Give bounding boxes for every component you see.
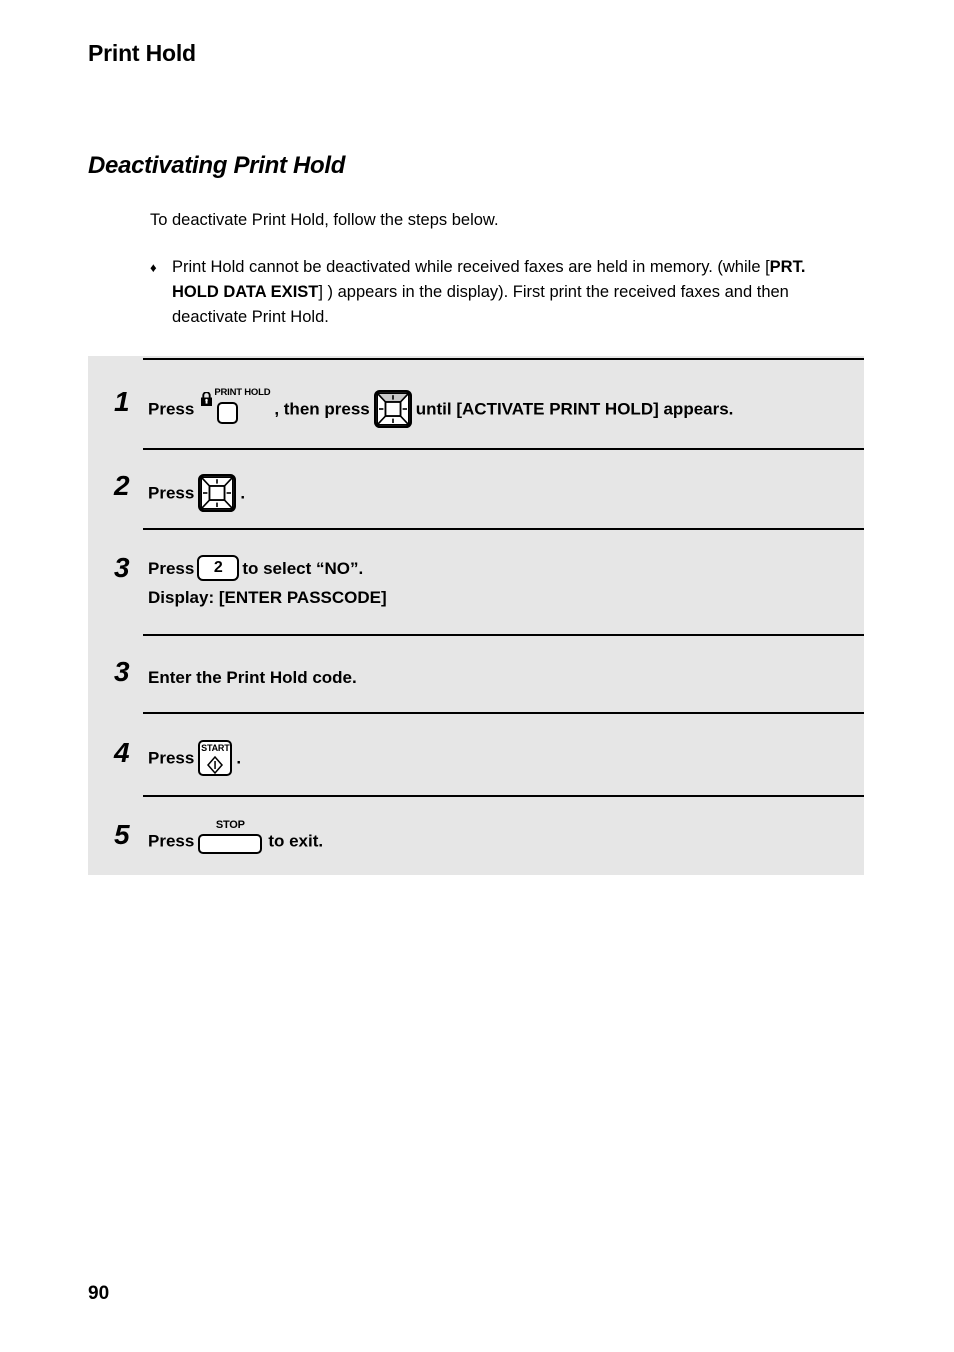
step-number: 3 (114, 552, 130, 583)
step-line-2: Display: [ENTER PASSCODE] (148, 588, 387, 607)
step-separator-line (143, 795, 864, 797)
intro-paragraph: To deactivate Print Hold, follow the ste… (150, 211, 499, 229)
stop-key-label: STOP (215, 819, 245, 831)
step-text: to select “NO”. (242, 559, 364, 578)
stop-key-icon: STOP (198, 819, 263, 862)
step-separator-line (143, 634, 864, 636)
print-hold-key-icon: PRINT HOLD (200, 387, 271, 428)
step-row-1: 1 Press PRINT HOLD, then press until [ACTI… (88, 358, 864, 448)
stop-button-shape (198, 834, 263, 854)
print-hold-button-shape (217, 402, 239, 424)
step-separator-line (143, 448, 864, 450)
navigation-key-icon (198, 474, 237, 512)
note-text-part-1: Print Hold cannot be deactivated while r… (172, 258, 770, 276)
step-text: Press (148, 483, 195, 503)
step-separator-line (143, 528, 864, 530)
step-text: , then press (274, 399, 370, 419)
step-row-2: 2 Press. (88, 448, 864, 528)
page-number: 90 (88, 1283, 110, 1304)
step-separator-line (143, 358, 864, 360)
step-instruction: Press. (148, 474, 246, 513)
step-row-3a: 3 Press 2 to select “NO”. Display: [ENTER … (88, 528, 864, 634)
step-row-5: 5 Press STOP to exit. (88, 795, 864, 875)
step-number: 1 (114, 386, 130, 417)
step-instruction: Press 2 to select “NO”. Display: [ENTER PA… (148, 554, 387, 612)
navigation-key-icon (373, 390, 412, 428)
start-diamond-icon (207, 754, 224, 775)
step-text: Press (148, 399, 195, 419)
step-text: Press (148, 831, 195, 851)
steps-panel: 1 Press PRINT HOLD, then press until [ACTI… (88, 356, 864, 875)
step-separator-line (143, 712, 864, 714)
step-number: 2 (114, 470, 130, 501)
note-bullet-item: ♦ Print Hold cannot be deactivated while… (150, 255, 850, 330)
step-number: 4 (114, 737, 130, 768)
step-text: . (236, 748, 242, 768)
section-heading: Deactivating Print Hold (88, 152, 346, 179)
start-key-icon: START (198, 740, 233, 776)
step-row-4: 4 Press START. (88, 712, 864, 795)
step-row-3b: 3 Enter the Print Hold code. (88, 634, 864, 712)
step-text: Press (148, 748, 195, 768)
step-text: to exit. (268, 831, 324, 851)
step-instruction: Press STOP to exit. (148, 819, 324, 862)
document-page: Print Hold Deactivating Print Hold To de… (0, 0, 954, 1352)
start-key-label: START (201, 743, 230, 753)
running-head: Print Hold (88, 40, 196, 66)
step-number: 5 (114, 819, 130, 850)
numeric-key-2-icon: 2 (197, 554, 240, 581)
lock-icon (200, 386, 213, 406)
step-text: Press (148, 559, 195, 578)
step-line-1: Press 2 to select “NO”. (148, 554, 387, 583)
step-text: . (240, 483, 246, 503)
step-instruction: Enter the Print Hold code. (148, 668, 357, 687)
step-instruction: Press START. (148, 740, 242, 777)
note-text: Print Hold cannot be deactivated while r… (172, 255, 850, 330)
step-number: 3 (114, 656, 130, 687)
step-instruction: Press PRINT HOLD, then press until [ACTIVA… (148, 387, 734, 429)
print-hold-key-label: PRINT HOLD (214, 387, 271, 398)
step-text: until [ACTIVATE PRINT HOLD] appears. (415, 399, 734, 419)
diamond-bullet-icon: ♦ (150, 260, 157, 275)
